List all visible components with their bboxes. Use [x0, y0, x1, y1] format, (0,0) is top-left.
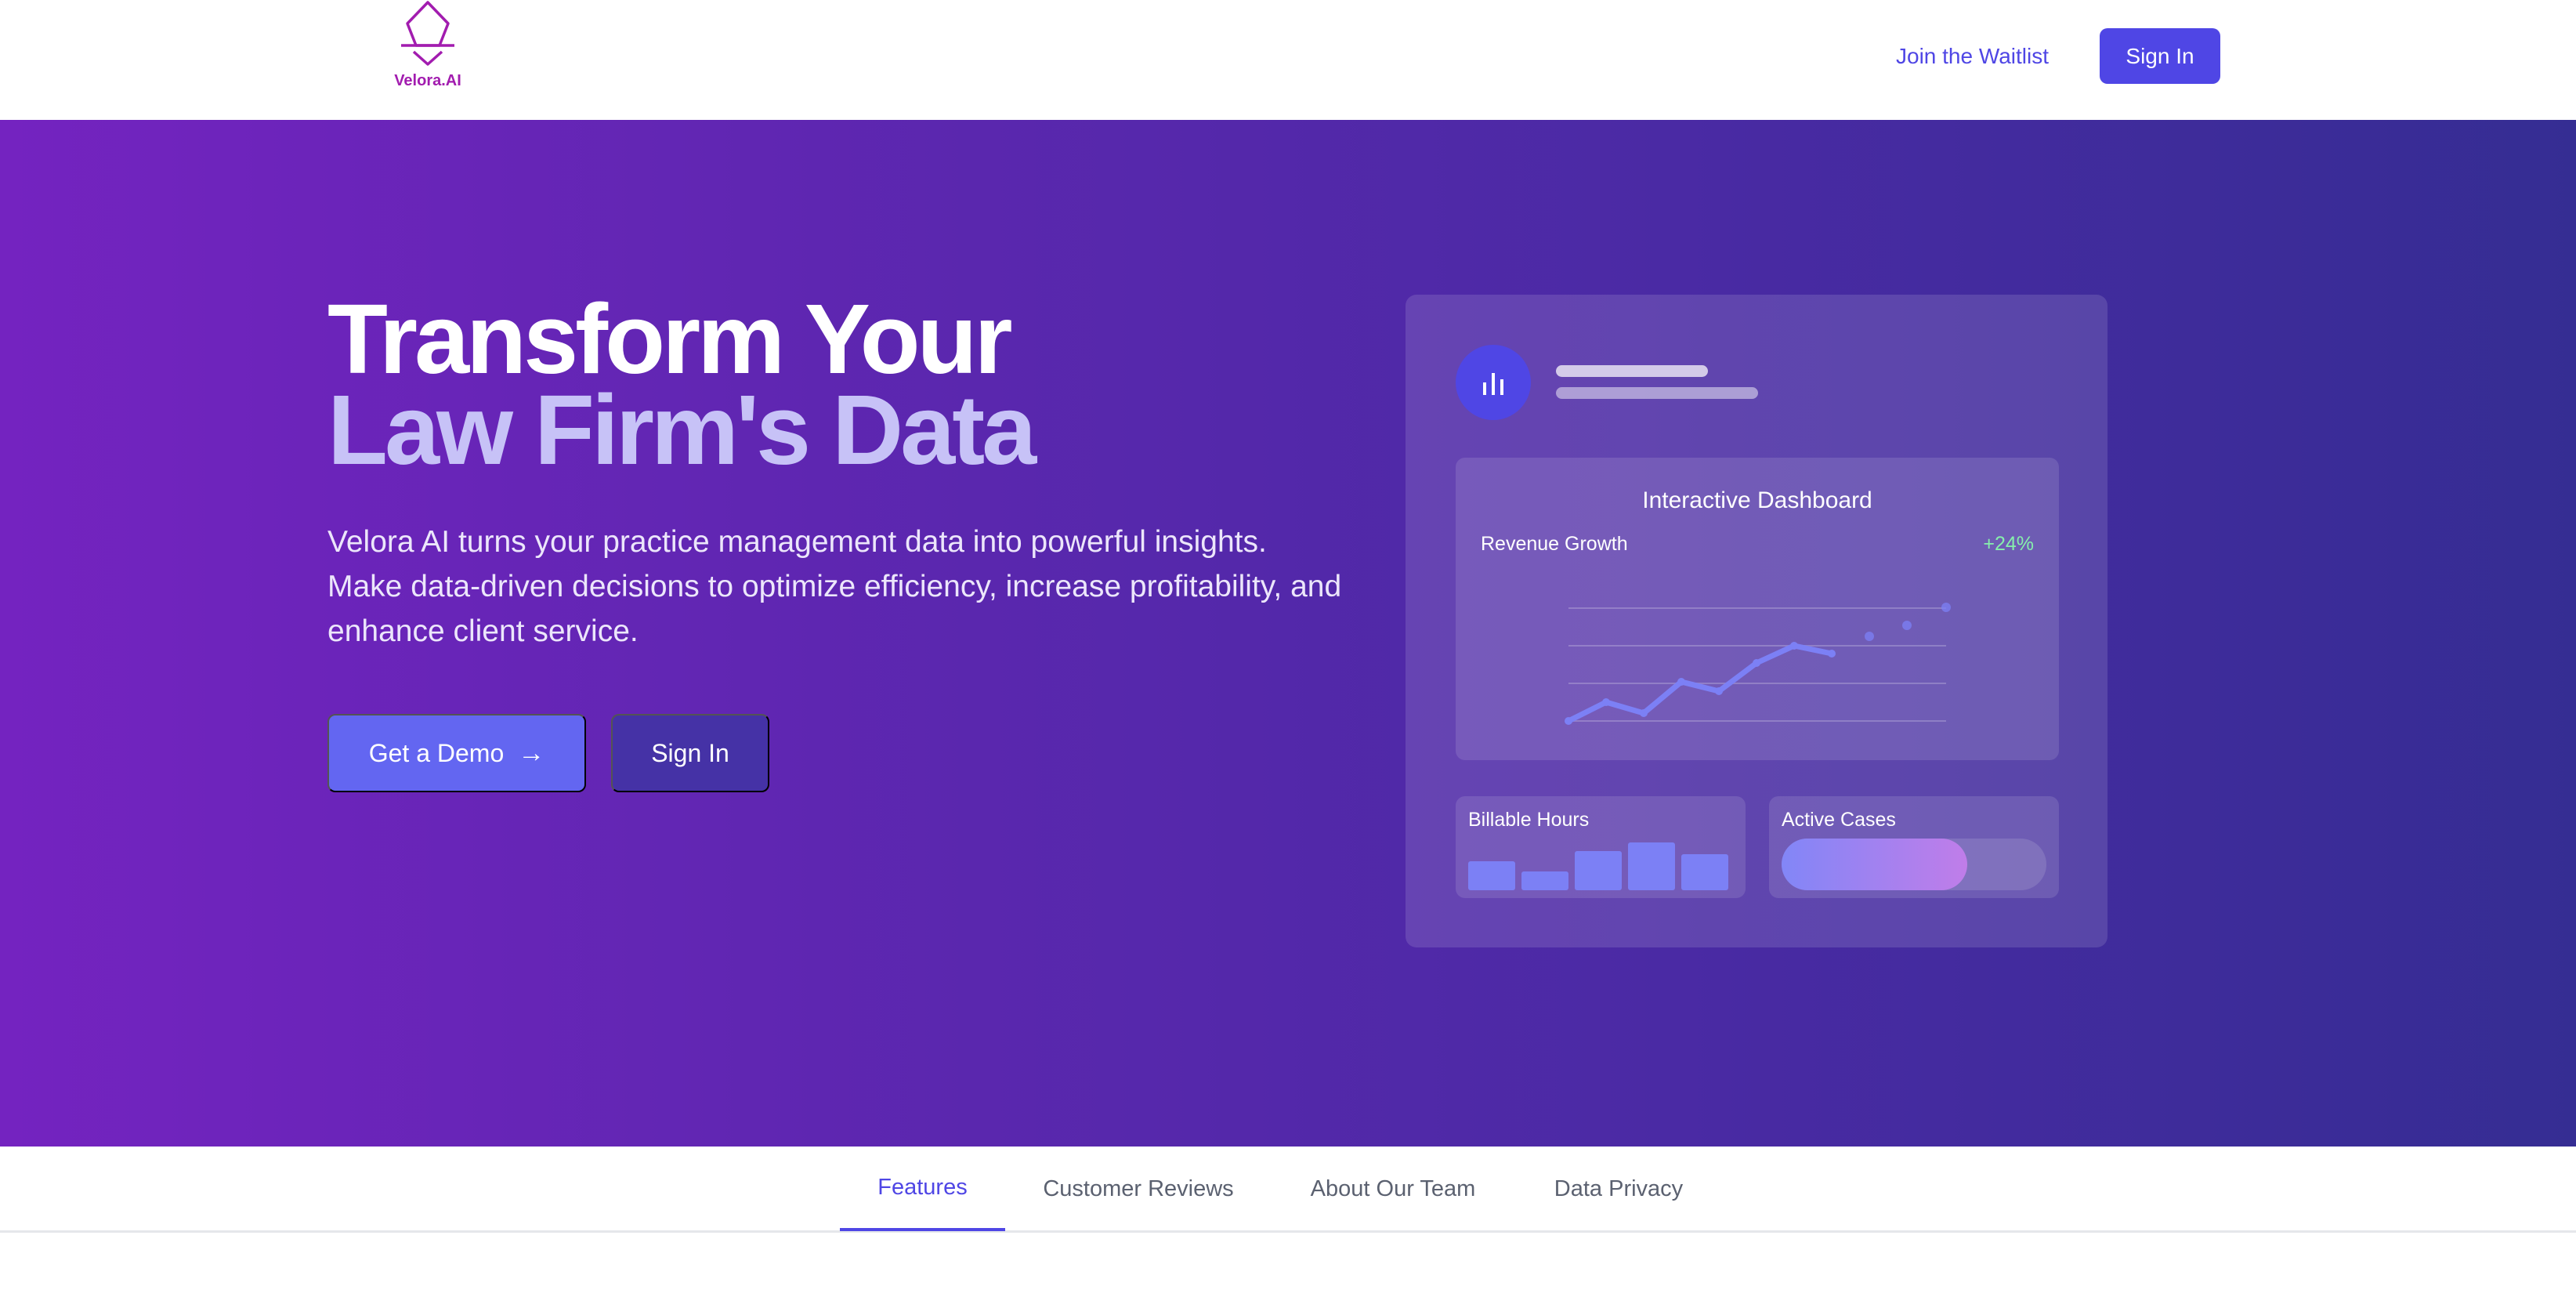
- logo[interactable]: Velora.AI: [390, 0, 465, 102]
- active-cases-progress-track: [1782, 839, 2046, 890]
- section-tabs: Features Customer Reviews About Our Team…: [0, 1147, 2576, 1233]
- active-cases-card: Active Cases: [1769, 796, 2059, 898]
- tab-features[interactable]: Features: [840, 1147, 1005, 1231]
- placeholder-line: [1556, 387, 1758, 399]
- hero-title-line-1: Transform Your: [327, 284, 1013, 394]
- hero-section: Transform Your Law Firm's Data Velora AI…: [0, 120, 2576, 1147]
- billable-hours-bar: [1521, 871, 1568, 890]
- top-navigation: Velora.AI Join the Waitlist Sign In: [0, 0, 2576, 120]
- tab-about-our-team[interactable]: About Our Team: [1269, 1147, 1517, 1231]
- tab-customer-reviews[interactable]: Customer Reviews: [1026, 1147, 1250, 1231]
- hero-title-line-2: Law Firm's Data: [327, 375, 1037, 485]
- billable-hours-bar: [1681, 854, 1728, 890]
- logo-text: Velora.AI: [394, 72, 461, 89]
- hero-sign-in-button[interactable]: Sign In: [611, 714, 769, 792]
- get-demo-label: Get a Demo: [368, 738, 505, 767]
- revenue-line-graph: [1565, 603, 1951, 725]
- active-cases-label: Active Cases: [1782, 809, 1896, 831]
- tab-data-privacy[interactable]: Data Privacy: [1536, 1147, 1702, 1231]
- hero-title: Transform Your Law Firm's Data: [327, 284, 1037, 485]
- placeholder-line: [1556, 365, 1708, 377]
- billable-hours-bar: [1468, 861, 1515, 890]
- logo-mark-icon: [401, 1, 454, 66]
- billable-hours-bar: [1628, 842, 1675, 890]
- active-cases-progress-fill: [1782, 839, 1967, 890]
- join-waitlist-link[interactable]: Join the Waitlist: [1896, 38, 2049, 75]
- billable-hours-label: Billable Hours: [1468, 809, 1590, 831]
- hero-subtitle: Velora AI turns your practice management…: [327, 525, 1342, 648]
- bar-chart-icon: [1456, 345, 1531, 420]
- revenue-chart-card: Interactive Dashboard Revenue Growth +24…: [1456, 458, 2059, 760]
- arrow-right-icon: →: [518, 737, 545, 768]
- billable-hours-bar: [1575, 851, 1622, 890]
- header-sign-in-button[interactable]: Sign In: [2100, 28, 2220, 84]
- dashboard-preview: Interactive Dashboard Revenue Growth +24…: [1406, 295, 2107, 947]
- get-demo-button[interactable]: Get a Demo →: [327, 714, 586, 792]
- billable-hours-card: Billable Hours: [1456, 796, 1746, 898]
